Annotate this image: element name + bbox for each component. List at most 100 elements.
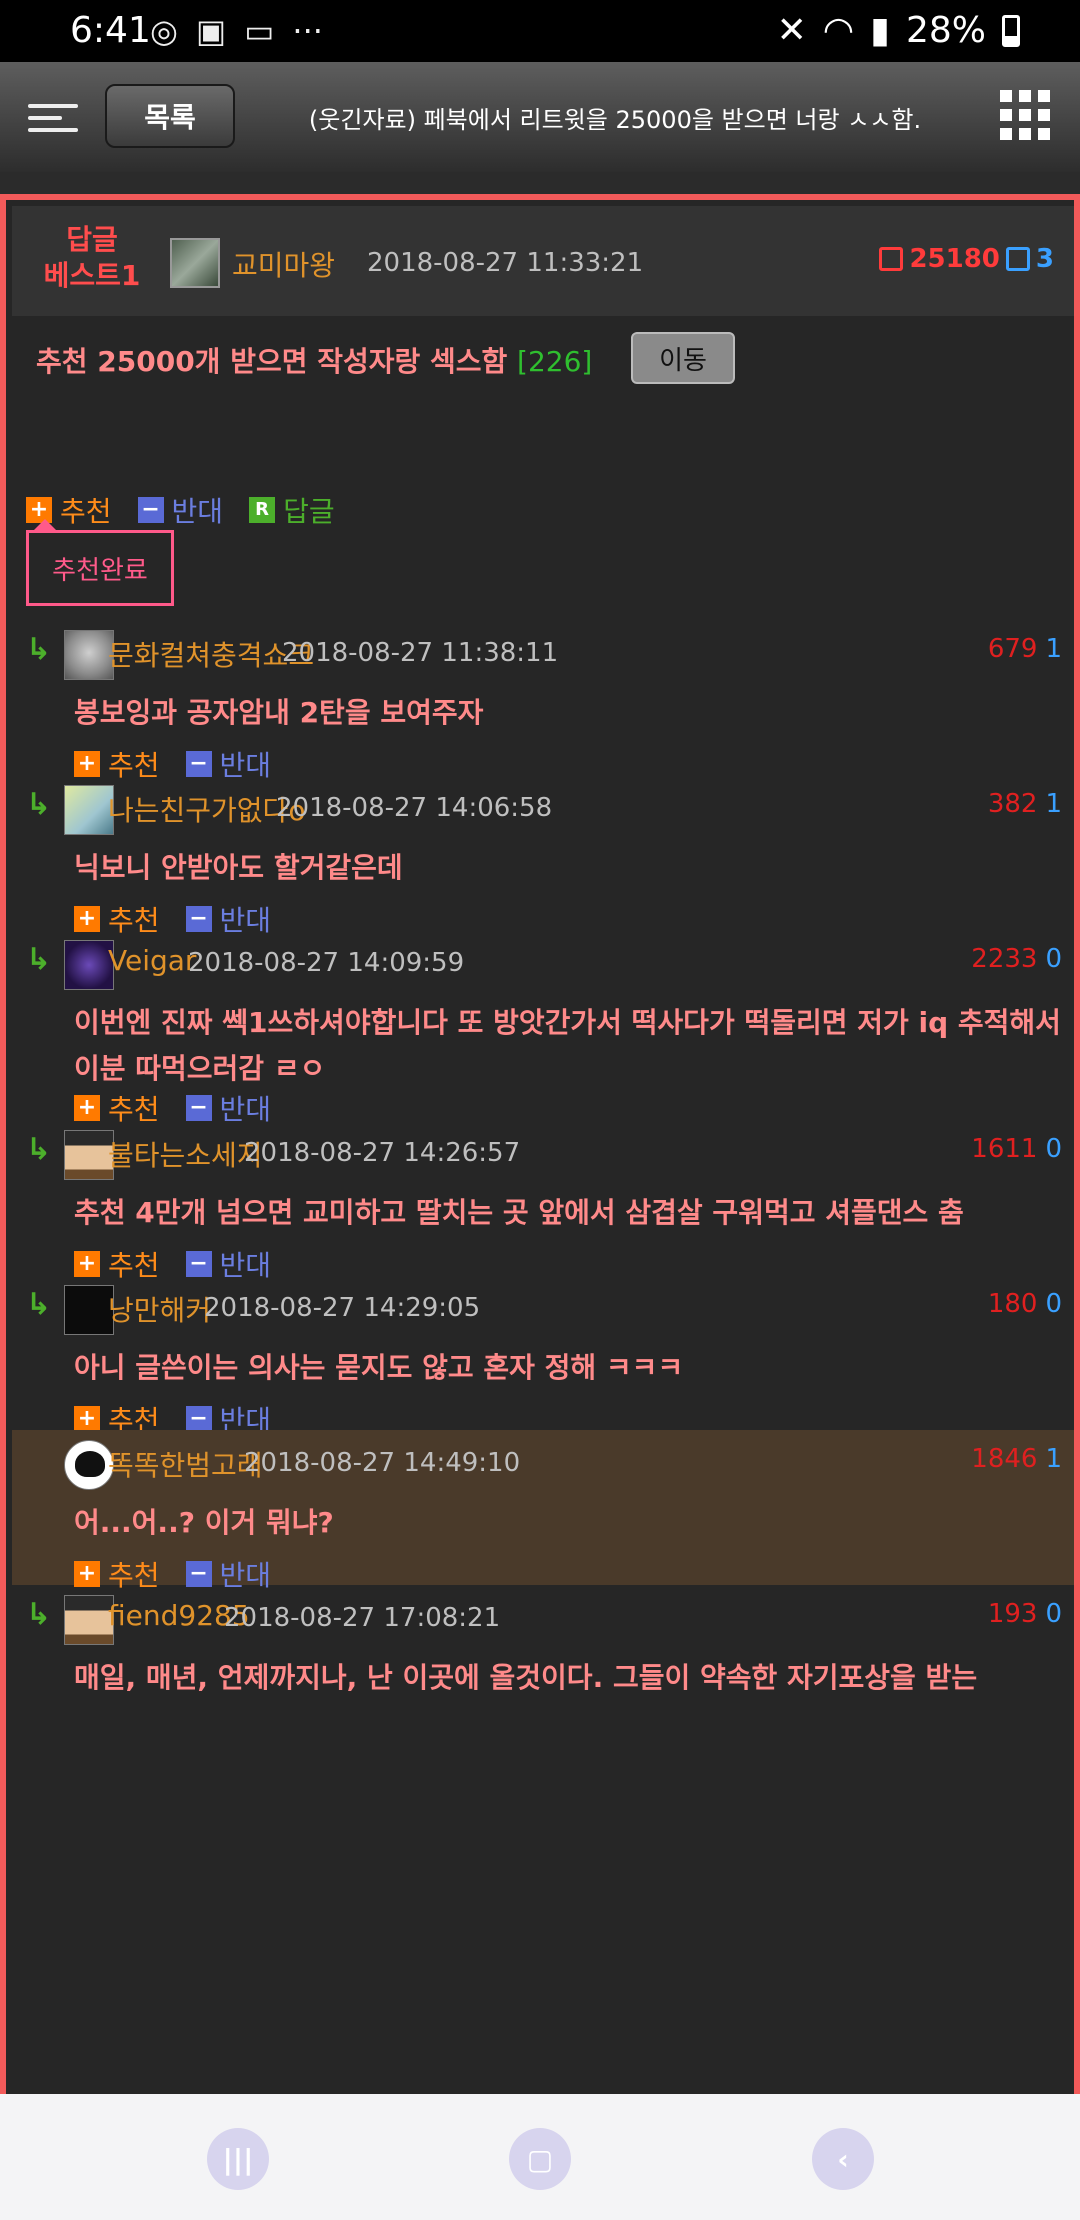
comment-text: 매일, 매년, 언제까지나, 난 이곳에 올것이다. 그들이 약속한 자기포상을… — [74, 1661, 978, 1694]
minus-icon[interactable]: − — [185, 1251, 212, 1277]
list-item: ↳ 문화컬쳐충격쇼크 2018-08-27 11:38:11 679 1 봉보잉과… — [12, 620, 1074, 782]
minus-icon[interactable]: − — [185, 1406, 212, 1432]
reply-arrow-icon: ↳ — [26, 632, 52, 667]
avatar[interactable] — [64, 1595, 114, 1645]
down-count: 3 — [1035, 244, 1054, 274]
author-nick[interactable]: 똑똑한범고래 — [108, 1444, 263, 1484]
list-button[interactable]: 목록 — [105, 84, 235, 148]
minus-icon[interactable]: − — [185, 1561, 212, 1587]
reply-arrow-icon: ↳ — [26, 1287, 52, 1322]
post-date: 2018-08-27 14:09:59 — [188, 948, 465, 978]
reply-icon[interactable]: R — [249, 497, 276, 523]
comment-text: 닉보니 안받아도 할거같은데 — [74, 851, 403, 884]
plus-icon[interactable]: + — [74, 1095, 100, 1121]
author-nick[interactable]: 불타는소세지 — [108, 1134, 263, 1174]
battery-icon — [1002, 14, 1020, 47]
divider — [0, 172, 1080, 194]
mute-icon: ✕ — [776, 10, 807, 51]
image-icon: ▣ — [195, 12, 227, 50]
recommend-done-tooltip: 추천완료 — [26, 519, 174, 606]
best-reply-panel: 답글 베스트1 교미마왕 2018-08-27 11:33:21 25180 3… — [0, 194, 1080, 2094]
list-item: ↳ 나는친구가없다o 2018-08-27 14:06:58 382 1 닉보니 … — [12, 775, 1074, 937]
comment-text: 봉보잉과 공자암내 2탄을 보여주자 — [74, 696, 484, 729]
list-item: ↳ Veigar 2018-08-27 14:09:59 2233 0 이번엔 진… — [12, 930, 1074, 1126]
recents-icon[interactable]: ||| — [207, 2128, 269, 2190]
minus-icon[interactable]: − — [185, 751, 212, 777]
system-icons: ✕ ◠ ▮ 28% — [777, 10, 1020, 51]
vote-counts: 2233 0 — [971, 944, 1062, 974]
post-date: 2018-08-27 14:26:57 — [244, 1138, 521, 1168]
post-date: 2018-08-27 11:38:11 — [282, 638, 559, 668]
battery-percent: 28% — [905, 10, 986, 51]
avatar[interactable] — [64, 1440, 114, 1490]
post-date: 2018-08-27 14:06:58 — [276, 793, 553, 823]
best-reply-text: 추천 25000개 받으면 작성자랑 섹스함 [226] — [36, 345, 593, 378]
reply-button[interactable]: 답글 — [283, 490, 335, 530]
recommend-button[interactable]: 추천 — [60, 490, 112, 530]
vote-counts: 1611 0 — [971, 1134, 1062, 1164]
avatar[interactable] — [64, 940, 114, 990]
avatar[interactable] — [64, 785, 114, 835]
wifi-icon: ◠ — [822, 10, 855, 51]
plus-icon[interactable]: + — [74, 906, 100, 932]
card-icon: ▭ — [244, 12, 275, 50]
comment-text: 이번엔 진짜 쎅1쓰하셔야합니다 또 방앗간가서 떡사다가 떡돌리면 저가 iq… — [74, 1006, 1061, 1085]
best-reply-header: 답글 베스트1 교미마왕 2018-08-27 11:33:21 25180 3 — [12, 206, 1074, 316]
comment-text: 아니 글쓴이는 의사는 묻지도 않고 혼자 정해 ㅋㅋㅋ — [74, 1351, 684, 1384]
move-button[interactable]: 이동 — [631, 332, 735, 384]
plus-icon[interactable]: + — [74, 751, 100, 777]
vote-counts: 193 0 — [987, 1599, 1062, 1629]
list-item: ↳ 낭만해커 2018-08-27 14:29:05 180 0 아니 글쓴이는 … — [12, 1275, 1074, 1437]
author-nick[interactable]: Veigar — [108, 944, 196, 977]
up-count: 25180 — [909, 244, 1000, 274]
menu-icon[interactable] — [28, 104, 78, 132]
grid-menu-icon[interactable] — [1000, 90, 1050, 140]
list-item: 똑똑한범고래 2018-08-27 14:49:10 1846 1 어...어..… — [12, 1430, 1074, 1592]
post-date: 2018-08-27 14:49:10 — [244, 1448, 521, 1478]
vote-counts: 1846 1 — [971, 1444, 1062, 1474]
thumb-up-icon — [879, 247, 904, 271]
reply-arrow-icon: ↳ — [26, 942, 52, 977]
vote-counts: 679 1 — [987, 634, 1062, 664]
minus-icon[interactable]: − — [185, 1095, 212, 1121]
avatar[interactable] — [64, 1285, 114, 1335]
plus-icon[interactable]: + — [74, 1561, 100, 1587]
post-date: 2018-08-27 11:33:21 — [367, 248, 644, 278]
list-item: ↳ fiend9285 2018-08-27 17:08:21 193 0 매일,… — [12, 1585, 1074, 1740]
comment-text: 어...어..? 이거 뭐냐? — [74, 1506, 334, 1539]
minus-icon[interactable]: − — [185, 906, 212, 932]
vote-counts: 382 1 — [987, 789, 1062, 819]
signal-icon: ▮ — [870, 10, 890, 51]
vote-counts: 180 0 — [987, 1289, 1062, 1319]
avatar[interactable] — [64, 1130, 114, 1180]
avatar[interactable] — [170, 238, 220, 288]
list-item: ↳ 불타는소세지 2018-08-27 14:26:57 1611 0 추천 4만… — [12, 1120, 1074, 1282]
more-notifications-icon: ··· — [292, 12, 323, 50]
author-nick[interactable]: 낭만해커 — [108, 1289, 211, 1329]
plus-icon[interactable]: + — [74, 1251, 100, 1277]
clock: 6:41 — [70, 10, 151, 51]
minus-icon[interactable]: − — [137, 497, 164, 523]
notification-icons: ◎ ▣ ▭ ··· — [150, 12, 323, 50]
post-date: 2018-08-27 17:08:21 — [224, 1603, 501, 1633]
reply-arrow-icon: ↳ — [26, 1597, 52, 1632]
back-icon[interactable]: ‹ — [812, 2128, 874, 2190]
best-reply-actions: + 추천 − 반대 R 답글 — [26, 490, 335, 530]
home-icon[interactable]: ▢ — [509, 2128, 571, 2190]
reply-arrow-icon: ↳ — [26, 787, 52, 822]
avatar[interactable] — [64, 630, 114, 680]
vote-counts: 25180 3 — [879, 244, 1054, 274]
system-nav-bar: ||| ▢ ‹ — [0, 2094, 1080, 2220]
oppose-button[interactable]: 반대 — [172, 490, 224, 530]
comment-text: 추천 4만개 넘으면 교미하고 딸치는 곳 앞에서 삼겹살 구워먹고 셔플댄스 … — [74, 1196, 964, 1229]
plus-icon[interactable]: + — [74, 1406, 100, 1432]
best-reply-badge: 답글 베스트1 — [43, 223, 141, 292]
app-header: 목록 (웃긴자료) 페북에서 리트윗을 25000을 받으면 너랑 ㅅㅅ함. — [0, 62, 1080, 172]
post-title: (웃긴자료) 페북에서 리트윗을 25000을 받으면 너랑 ㅅㅅ함. — [308, 106, 922, 134]
sync-icon: ◎ — [150, 12, 178, 50]
post-date: 2018-08-27 14:29:05 — [204, 1293, 481, 1323]
author-nick[interactable]: 교미마왕 — [232, 244, 335, 284]
status-bar: 6:41 ◎ ▣ ▭ ··· ✕ ◠ ▮ 28% — [0, 0, 1080, 62]
reply-count[interactable]: [226] — [517, 345, 592, 378]
thumb-down-icon — [1005, 247, 1030, 271]
